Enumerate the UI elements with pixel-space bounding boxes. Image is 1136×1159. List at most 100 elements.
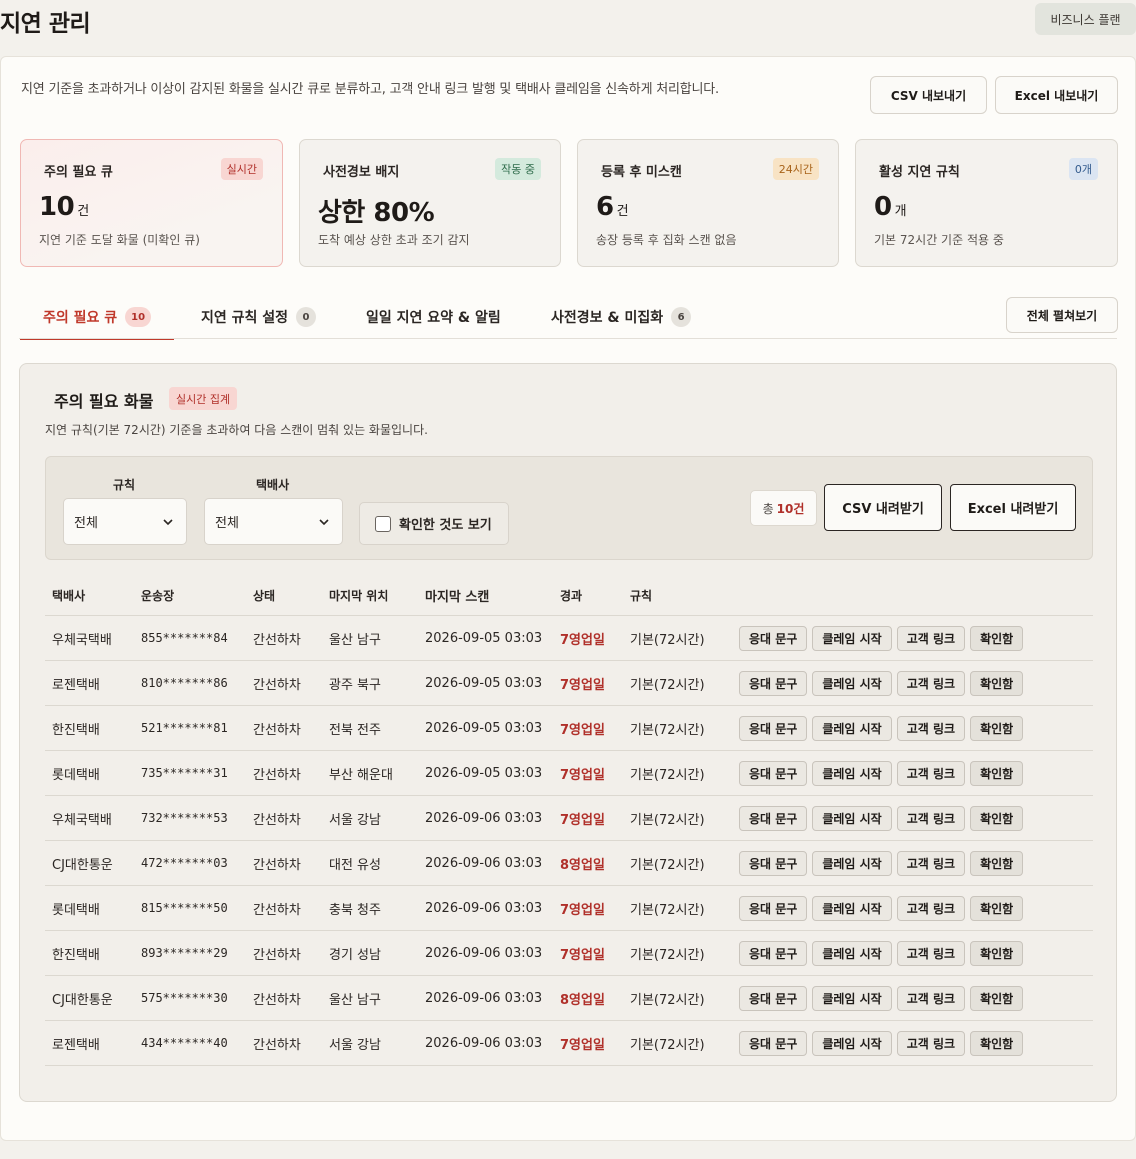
table-row[interactable]: 우체국택배 732*******53 간선하차 서울 강남 2026-09-06 03:… xyxy=(45,796,1093,841)
start-claim-button[interactable]: 클레임 시작 xyxy=(812,850,892,876)
confirm-button[interactable]: 확인함 xyxy=(970,985,1024,1011)
card-tag-realtime: 실시간 xyxy=(220,158,263,180)
table-row[interactable]: 롯데택배 735*******31 간선하차 부산 해운대 2026-09-05 03:… xyxy=(45,751,1093,796)
cell-last-scan: 2026-09-06 03:03 xyxy=(425,855,543,871)
start-claim-button[interactable]: 클레임 시작 xyxy=(812,760,892,786)
card-unscanned[interactable]: 등록 후 미스캔 24시간 6건 송장 등록 후 집화 스캔 없음 xyxy=(577,139,839,267)
cell-rule: 기본(72시간) xyxy=(630,632,705,648)
queue-description: 지연 규칙(기본 72시간) 기준을 초과하여 다음 스캔이 멈춰 있는 화물입… xyxy=(45,423,428,437)
table-row[interactable]: 한진택배 893*******29 간선하차 경기 성남 2026-09-06 03:0… xyxy=(45,931,1093,976)
checkbox[interactable] xyxy=(375,515,391,532)
cell-carrier: 우체국택배 xyxy=(52,632,112,648)
row-actions: 응대 문구 클레임 시작 고객 링크 확인함 xyxy=(739,895,1024,921)
confirm-button[interactable]: 확인함 xyxy=(970,895,1024,921)
tab-count: 0 xyxy=(296,307,317,327)
reply-template-button[interactable]: 응대 문구 xyxy=(739,805,808,831)
tab-delay-rules[interactable]: 지연 규칙 설정 0 xyxy=(201,295,317,339)
table-row[interactable]: 롯데택배 815*******50 간선하차 충북 청주 2026-09-06 03:0… xyxy=(45,886,1093,931)
confirm-button[interactable]: 확인함 xyxy=(970,850,1024,876)
cell-rule: 기본(72시간) xyxy=(630,857,705,873)
page-title: 지연 관리 xyxy=(0,11,91,37)
table-row[interactable]: 우체국택배 855*******84 간선하차 울산 남구 2026-09-05 03:… xyxy=(45,616,1093,661)
start-claim-button[interactable]: 클레임 시작 xyxy=(812,985,892,1011)
card-attention-queue[interactable]: 주의 필요 큐 실시간 10 건 지연 기준 도달 화물 (미확인 큐) xyxy=(20,139,283,267)
card-value: 6건 xyxy=(596,192,629,222)
start-claim-button[interactable]: 클레임 시작 xyxy=(812,715,892,741)
customer-link-button[interactable]: 고객 링크 xyxy=(896,895,966,921)
confirm-button[interactable]: 확인함 xyxy=(970,760,1024,786)
export-csv-button[interactable]: CSV 내보내기 xyxy=(870,76,987,114)
customer-link-button[interactable]: 고객 링크 xyxy=(896,940,966,966)
cell-rule: 기본(72시간) xyxy=(630,992,705,1008)
row-actions: 응대 문구 클레임 시작 고객 링크 확인함 xyxy=(739,850,1024,876)
cell-carrier: 우체국택배 xyxy=(52,812,112,828)
customer-link-button[interactable]: 고객 링크 xyxy=(896,715,966,741)
reply-template-button[interactable]: 응대 문구 xyxy=(739,895,808,921)
download-csv-button[interactable]: CSV 내려받기 xyxy=(824,484,942,531)
reply-template-button[interactable]: 응대 문구 xyxy=(739,760,808,786)
col-last-scan: 마지막 스캔 xyxy=(425,590,490,605)
tab-label: 사전경보 & 미집화 xyxy=(551,310,664,326)
cell-last-scan: 2026-09-05 03:03 xyxy=(425,630,543,646)
confirm-button[interactable]: 확인함 xyxy=(970,805,1024,831)
reply-template-button[interactable]: 응대 문구 xyxy=(739,985,808,1011)
customer-link-button[interactable]: 고객 링크 xyxy=(896,1030,966,1056)
tab-daily-summary[interactable]: 일일 지연 요약 & 알림 xyxy=(366,295,501,339)
cell-carrier: CJ대한통운 xyxy=(52,992,113,1008)
confirm-button[interactable]: 확인함 xyxy=(970,670,1024,696)
table-row[interactable]: 로젠택배 434*******40 간선하차 서울 강남 2026-09-06 03:0… xyxy=(45,1021,1093,1066)
start-claim-button[interactable]: 클레임 시작 xyxy=(812,670,892,696)
customer-link-button[interactable]: 고객 링크 xyxy=(896,985,966,1011)
carrier-filter-select[interactable]: 전체 xyxy=(204,498,343,545)
rule-filter-select[interactable]: 전체 xyxy=(63,498,187,545)
reply-template-button[interactable]: 응대 문구 xyxy=(739,1030,808,1056)
show-confirmed-toggle[interactable]: 확인한 것도 보기 xyxy=(359,502,509,545)
cell-location: 충북 청주 xyxy=(329,902,381,918)
customer-link-button[interactable]: 고객 링크 xyxy=(896,625,966,651)
attention-queue-panel: 주의 필요 화물 실시간 집계 지연 규칙(기본 72시간) 기준을 초과하여 … xyxy=(19,363,1117,1102)
start-claim-button[interactable]: 클레임 시작 xyxy=(812,895,892,921)
card-early-warning[interactable]: 사전경보 배지 작동 중 상한 80% 도착 예상 상한 초과 조기 감지 xyxy=(299,139,561,267)
confirm-button[interactable]: 확인함 xyxy=(970,625,1024,651)
table-row[interactable]: CJ대한통운 472*******03 간선하차 대전 유성 2026-09-06 03… xyxy=(45,841,1093,886)
col-tracking: 운송장 xyxy=(141,589,175,603)
export-excel-button[interactable]: Excel 내보내기 xyxy=(995,76,1118,114)
table-row[interactable]: CJ대한통운 575*******30 간선하차 울산 남구 2026-09-06 03… xyxy=(45,976,1093,1021)
card-sub: 지연 기준 도달 화물 (미확인 큐) xyxy=(39,233,200,247)
start-claim-button[interactable]: 클레임 시작 xyxy=(812,805,892,831)
card-active-rules[interactable]: 활성 지연 규칙 0개 0개 기본 72시간 기준 적용 중 xyxy=(855,139,1118,267)
confirm-button[interactable]: 확인함 xyxy=(970,940,1024,966)
start-claim-button[interactable]: 클레임 시작 xyxy=(812,1030,892,1056)
tab-early-warning[interactable]: 사전경보 & 미집화 6 xyxy=(551,295,692,339)
reply-template-button[interactable]: 응대 문구 xyxy=(739,850,808,876)
download-excel-button[interactable]: Excel 내려받기 xyxy=(950,484,1076,531)
cell-status: 간선하차 xyxy=(253,632,301,648)
customer-link-button[interactable]: 고객 링크 xyxy=(896,805,966,831)
rule-filter-label: 규칙 xyxy=(113,478,136,492)
card-sub: 도착 예상 상한 초과 조기 감지 xyxy=(318,233,470,247)
reply-template-button[interactable]: 응대 문구 xyxy=(739,715,808,741)
plan-badge[interactable]: 비즈니스 플랜 xyxy=(1035,3,1136,35)
tab-count: 10 xyxy=(125,307,152,327)
confirm-button[interactable]: 확인함 xyxy=(970,1030,1024,1056)
expand-all-button[interactable]: 전체 펼쳐보기 xyxy=(1006,297,1118,333)
tab-attention-queue[interactable]: 주의 필요 큐 10 xyxy=(20,295,174,340)
reply-template-button[interactable]: 응대 문구 xyxy=(739,940,808,966)
row-actions: 응대 문구 클레임 시작 고객 링크 확인함 xyxy=(739,625,1024,651)
cell-rule: 기본(72시간) xyxy=(630,722,705,738)
cell-last-scan: 2026-09-05 03:03 xyxy=(425,675,543,691)
col-status: 상태 xyxy=(253,589,276,603)
start-claim-button[interactable]: 클레임 시작 xyxy=(812,625,892,651)
confirm-button[interactable]: 확인함 xyxy=(970,715,1024,741)
start-claim-button[interactable]: 클레임 시작 xyxy=(812,940,892,966)
customer-link-button[interactable]: 고객 링크 xyxy=(896,670,966,696)
reply-template-button[interactable]: 응대 문구 xyxy=(739,670,808,696)
reply-template-button[interactable]: 응대 문구 xyxy=(739,625,808,651)
total-value: 10건 xyxy=(776,501,805,516)
table-row[interactable]: 로젠택배 810*******86 간선하차 광주 북구 2026-09-05 03:0… xyxy=(45,661,1093,706)
row-actions: 응대 문구 클레임 시작 고객 링크 확인함 xyxy=(739,805,1024,831)
table-row[interactable]: 한진택배 521*******81 간선하차 전북 전주 2026-09-05 03:0… xyxy=(45,706,1093,751)
customer-link-button[interactable]: 고객 링크 xyxy=(896,760,966,786)
cell-last-scan: 2026-09-06 03:03 xyxy=(425,945,543,961)
customer-link-button[interactable]: 고객 링크 xyxy=(896,850,966,876)
